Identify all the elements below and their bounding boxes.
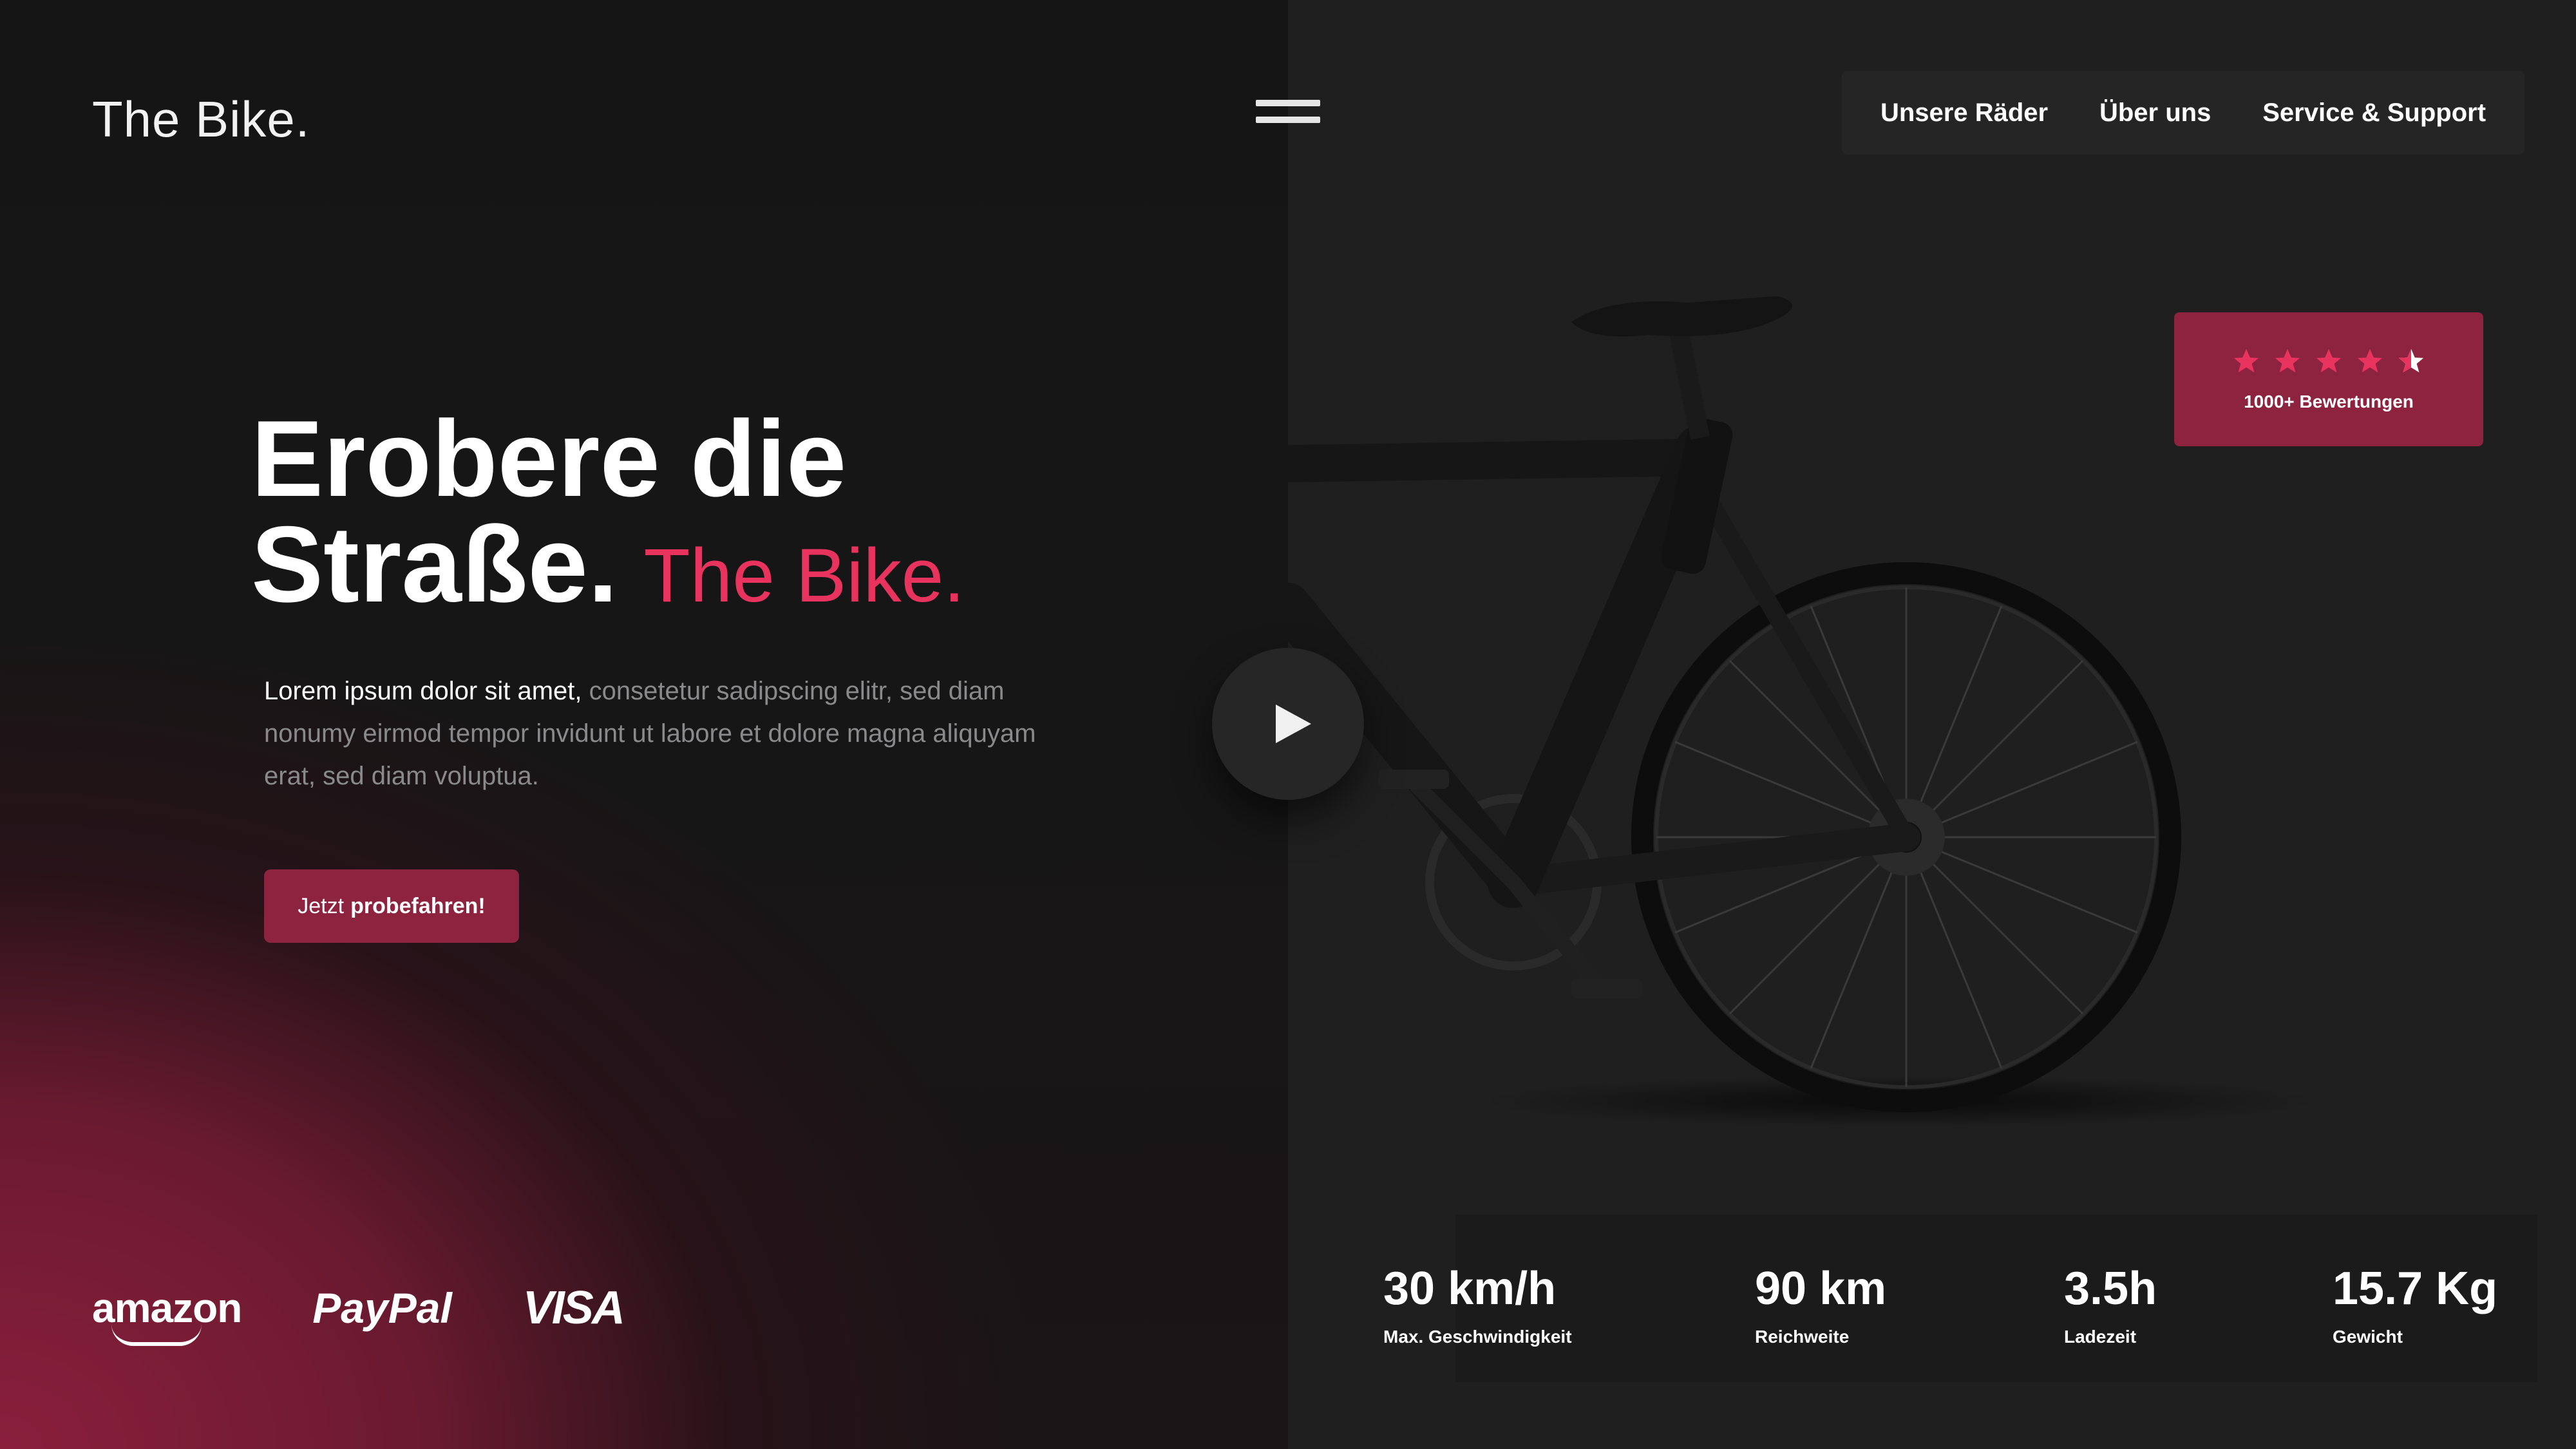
spec-label: Max. Geschwindigkeit — [1383, 1327, 1572, 1347]
test-ride-button[interactable]: Jetzt probefahren! — [264, 869, 519, 943]
nav-item-service-support[interactable]: Service & Support — [2262, 99, 2486, 128]
nav-item-unsere-raeder[interactable]: Unsere Räder — [1880, 99, 2048, 128]
spec-value: 90 km — [1755, 1263, 1887, 1314]
bike-image — [1288, 296, 2318, 1127]
landing-page: The Bike. Unsere Räder Über uns Service … — [0, 0, 2576, 1449]
main-nav: Unsere Räder Über uns Service & Support — [1842, 71, 2524, 155]
play-video-button[interactable] — [1212, 648, 1364, 800]
brand-logo[interactable]: The Bike. — [92, 90, 310, 149]
spec-speed: 30 km/h Max. Geschwindigkeit — [1383, 1262, 1572, 1347]
rating-count: 1000+ Bewertungen — [2244, 392, 2414, 412]
paypal-logo: PayPal — [312, 1284, 452, 1332]
amazon-smile-icon — [111, 1324, 202, 1346]
spec-range: 90 km Reichweite — [1755, 1262, 1886, 1347]
hamburger-icon[interactable] — [1256, 100, 1320, 127]
spec-weight: 15.7 Kg Gewicht — [2333, 1262, 2497, 1347]
headline-line-2: Straße. — [251, 504, 618, 625]
cta-prefix: Jetzt — [298, 893, 345, 918]
spec-label: Gewicht — [2333, 1327, 2403, 1347]
menu-line — [1256, 117, 1320, 123]
spec-charge-time: 3.5h Ladezeit — [2064, 1262, 2157, 1347]
hero-headline: Erobere die Straße. The Bike. — [251, 404, 965, 629]
rating-stars — [2231, 346, 2426, 376]
spec-label: Ladezeit — [2064, 1327, 2137, 1347]
nav-item-ueber-uns[interactable]: Über uns — [2099, 99, 2211, 128]
star-icon — [2233, 348, 2259, 373]
cta-bold: probefahren! — [350, 893, 486, 918]
partner-logos: amazon PayPal VISA — [92, 1282, 625, 1346]
menu-line — [1256, 100, 1320, 106]
spec-value: 30 km/h — [1383, 1263, 1557, 1314]
star-icon — [2316, 348, 2342, 373]
hero-lead: Lorem ipsum dolor sit amet, consetetur s… — [264, 670, 1056, 797]
headline-line-1: Erobere die — [251, 398, 847, 519]
amazon-logo: amazon — [92, 1284, 242, 1346]
spec-value: 3.5h — [2064, 1263, 2157, 1314]
star-icon — [2275, 348, 2300, 373]
spec-value: 15.7 Kg — [2333, 1263, 2498, 1314]
spec-label: Reichweite — [1755, 1327, 1850, 1347]
headline-accent: The Bike. — [643, 533, 965, 618]
rating-badge: 1000+ Bewertungen — [2174, 312, 2483, 446]
half-star-icon — [2398, 348, 2424, 373]
lead-strong: Lorem ipsum dolor sit amet, — [264, 677, 582, 705]
star-icon — [2357, 348, 2383, 373]
visa-logo: VISA — [522, 1282, 625, 1334]
play-icon — [1276, 705, 1311, 743]
